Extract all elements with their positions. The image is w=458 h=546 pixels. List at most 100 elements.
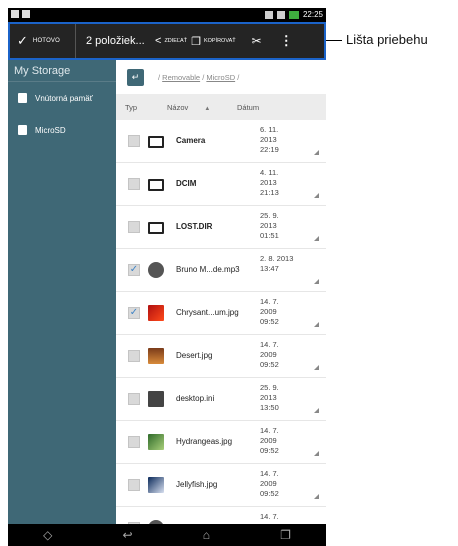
column-type[interactable]: Typ (116, 103, 152, 112)
file-row[interactable]: LOST.DIR 25. 9. 2013 01:51 (116, 206, 326, 249)
checkbox[interactable] (128, 393, 140, 405)
stage: 22:25 ✓ HOTOVO 2 položiek... < ZDIEĽAŤ ❐… (0, 0, 458, 546)
copy-button[interactable]: ❐ KOPÍROVAŤ (191, 35, 236, 48)
checkbox-checked[interactable]: ✓ (128, 307, 140, 319)
breadcrumb-microsd[interactable]: MicroSD (206, 73, 235, 82)
row-corner-icon (314, 150, 319, 155)
overview-icon[interactable]: ❐ (280, 528, 291, 542)
scissors-icon[interactable]: ✂ (252, 34, 262, 48)
file-name: Camera (176, 136, 206, 145)
check-icon: ✓ (17, 33, 28, 48)
notification-icon (22, 10, 30, 18)
battery-icon (288, 10, 299, 19)
folder-icon (148, 222, 164, 234)
action-bar: ✓ HOTOVO 2 položiek... < ZDIEĽAŤ ❐ KOPÍR… (8, 22, 326, 60)
internal-storage-icon (18, 93, 27, 103)
share-button[interactable]: < ZDIEĽAŤ (155, 35, 187, 47)
file-row[interactable]: ✓ Chrysant...um.jpg 14. 7. 2009 09:52 (116, 292, 326, 335)
breadcrumb-removable[interactable]: Removable (162, 73, 200, 82)
file-list-panel: ↵ / Removable / MicroSD / Typ Názov ▲ Dá… (116, 60, 326, 542)
breadcrumb-bar: ↵ / Removable / MicroSD / (116, 60, 326, 94)
callout-line (326, 40, 342, 41)
notification-icon (11, 10, 19, 18)
checkbox[interactable] (128, 436, 140, 448)
row-corner-icon (314, 408, 319, 413)
folder-icon (148, 179, 164, 191)
home-icon[interactable]: ⌂ (203, 528, 210, 542)
up-folder-icon[interactable]: ↵ (127, 68, 144, 86)
copy-icon: ❐ (191, 35, 201, 48)
done-label: HOTOVO (32, 38, 60, 44)
signal-icon (276, 10, 285, 19)
file-name: DCIM (176, 179, 197, 188)
sidebar-item-internal-storage[interactable]: Vnútorná pamäť (8, 82, 116, 114)
document-file-icon (148, 391, 164, 407)
file-name: Desert.jpg (176, 351, 213, 360)
checkbox[interactable] (128, 350, 140, 362)
callout-label: Lišta priebehu (346, 32, 428, 47)
wifi-icon (264, 10, 273, 19)
system-icons: 22:25 (264, 10, 323, 19)
recent-apps-icon[interactable]: ◇ (43, 528, 52, 542)
file-row[interactable]: Jellyfish.jpg 14. 7. 2009 09:52 (116, 464, 326, 507)
row-corner-icon (314, 322, 319, 327)
row-corner-icon (314, 365, 319, 370)
done-button[interactable]: ✓ HOTOVO (10, 24, 76, 58)
file-name: LOST.DIR (176, 222, 213, 231)
file-date: 14. 7. 2009 09:52 (260, 469, 279, 498)
sidebar-title: My Storage (8, 60, 116, 82)
file-row[interactable]: ✓ Bruno M...de.mp3 2. 8. 2013 13:47 (116, 249, 326, 292)
file-name: Jellyfish.jpg (176, 480, 218, 489)
clock: 22:25 (302, 10, 323, 19)
file-row[interactable]: Camera 6. 11. 2013 22:19 (116, 120, 326, 163)
sidebar-item-label: MicroSD (35, 125, 66, 135)
image-thumbnail-icon (148, 348, 164, 364)
sort-ascending-icon: ▲ (204, 105, 211, 112)
checkbox[interactable] (128, 178, 140, 190)
row-corner-icon (314, 193, 319, 198)
checkbox[interactable] (128, 221, 140, 233)
back-icon[interactable]: ↩ (122, 528, 132, 542)
checkbox[interactable] (128, 479, 140, 491)
file-date: 6. 11. 2013 22:19 (260, 125, 279, 154)
file-name: Chrysant...um.jpg (176, 308, 239, 317)
row-corner-icon (314, 279, 319, 284)
audio-file-icon (148, 262, 164, 278)
file-date: 2. 8. 2013 13:47 (260, 254, 294, 273)
file-date: 25. 9. 2013 13:50 (260, 383, 279, 412)
row-corner-icon (314, 451, 319, 456)
file-name: Bruno M...de.mp3 (176, 265, 240, 274)
sidebar: My Storage Vnútorná pamäť MicroSD (8, 60, 116, 524)
row-corner-icon (314, 494, 319, 499)
checkbox[interactable] (128, 135, 140, 147)
sidebar-item-microsd[interactable]: MicroSD (8, 114, 116, 146)
file-row[interactable]: desktop.ini 25. 9. 2013 13:50 (116, 378, 326, 421)
overflow-menu-icon[interactable]: ⋮ (280, 33, 293, 49)
status-bar: 22:25 (8, 8, 326, 22)
share-label: ZDIEĽAŤ (164, 38, 188, 44)
tablet-screen: 22:25 ✓ HOTOVO 2 položiek... < ZDIEĽAŤ ❐… (8, 8, 326, 546)
file-row[interactable]: Hydrangeas.jpg 14. 7. 2009 09:52 (116, 421, 326, 464)
sd-card-icon (18, 125, 27, 135)
folder-icon (148, 136, 164, 148)
column-date[interactable]: Dátum (237, 103, 259, 112)
file-row[interactable]: Desert.jpg 14. 7. 2009 09:52 (116, 335, 326, 378)
row-corner-icon (314, 236, 319, 241)
file-name: desktop.ini (176, 394, 215, 403)
selection-count[interactable]: 2 položiek... (76, 35, 151, 47)
copy-label: KOPÍROVAŤ (203, 38, 236, 44)
checkbox-checked[interactable]: ✓ (128, 264, 140, 276)
file-row[interactable]: DCIM 4. 11. 2013 21:13 (116, 163, 326, 206)
file-date: 14. 7. 2009 09:52 (260, 297, 279, 326)
notification-icons (11, 10, 30, 18)
file-date: 14. 7. 2009 09:52 (260, 426, 279, 455)
breadcrumb: / Removable / MicroSD / (158, 72, 240, 82)
file-name: Hydrangeas.jpg (176, 437, 233, 446)
image-thumbnail-icon (148, 477, 164, 493)
share-icon: < (155, 35, 162, 47)
file-rows: Camera 6. 11. 2013 22:19 DCIM 4. 11. 2013 2… (116, 120, 326, 546)
sidebar-item-label: Vnútorná pamäť (35, 93, 93, 103)
column-name[interactable]: Názov ▲ (152, 103, 237, 112)
file-date: 4. 11. 2013 21:13 (260, 168, 279, 197)
image-thumbnail-icon (148, 434, 164, 450)
